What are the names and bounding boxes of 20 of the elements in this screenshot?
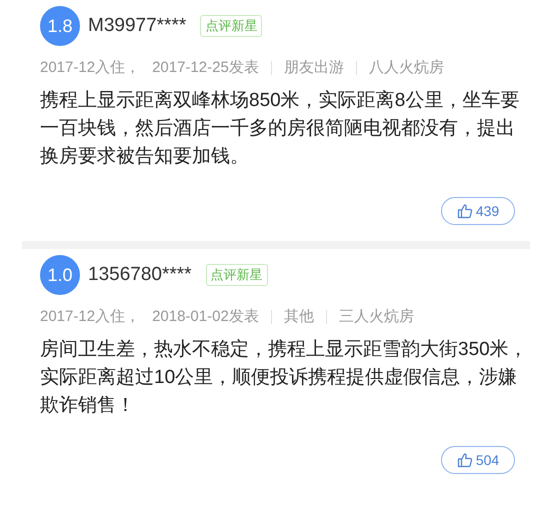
post-date: 2017-12-25发表 [152,58,259,77]
review-text: 携程上显示距离双峰林场850米，实际距离8公里，坐车要一百块钱，然后酒店一千多的房很简陋电视都没有，提出换房要求被告知要加钱。 [40,89,520,169]
like-button[interactable]: 504 [441,446,515,474]
user-name: M39977**** [88,15,186,37]
checkin-date: 2017-12入住， [40,307,140,326]
score-badge: 1.8 [40,6,80,46]
thumbs-up-icon [456,203,473,219]
checkin-date: 2017-12入住， [40,58,140,77]
room-type: 八人火炕房 [368,58,444,77]
user-name: 1356780**** [88,264,192,286]
thumbs-up-icon [456,452,473,468]
trip-type: 其他 [284,307,314,326]
post-date: 2018-01-02发表 [152,307,259,326]
reviewer-tag: 点评新星 [200,15,262,37]
score-badge: 1.0 [40,255,80,295]
trip-type: 朋友出游 [284,58,344,77]
room-type: 三人火炕房 [338,307,414,326]
like-button[interactable]: 439 [441,197,515,225]
review-text: 房间卫生差，热水不稳定，携程上显示距雪韵大街350米，实际距离超过10公里，顺便投诉携程提供虚假信息，涉嫌欺诈销售！ [40,338,529,418]
reviewer-tag: 点评新星 [206,264,268,286]
